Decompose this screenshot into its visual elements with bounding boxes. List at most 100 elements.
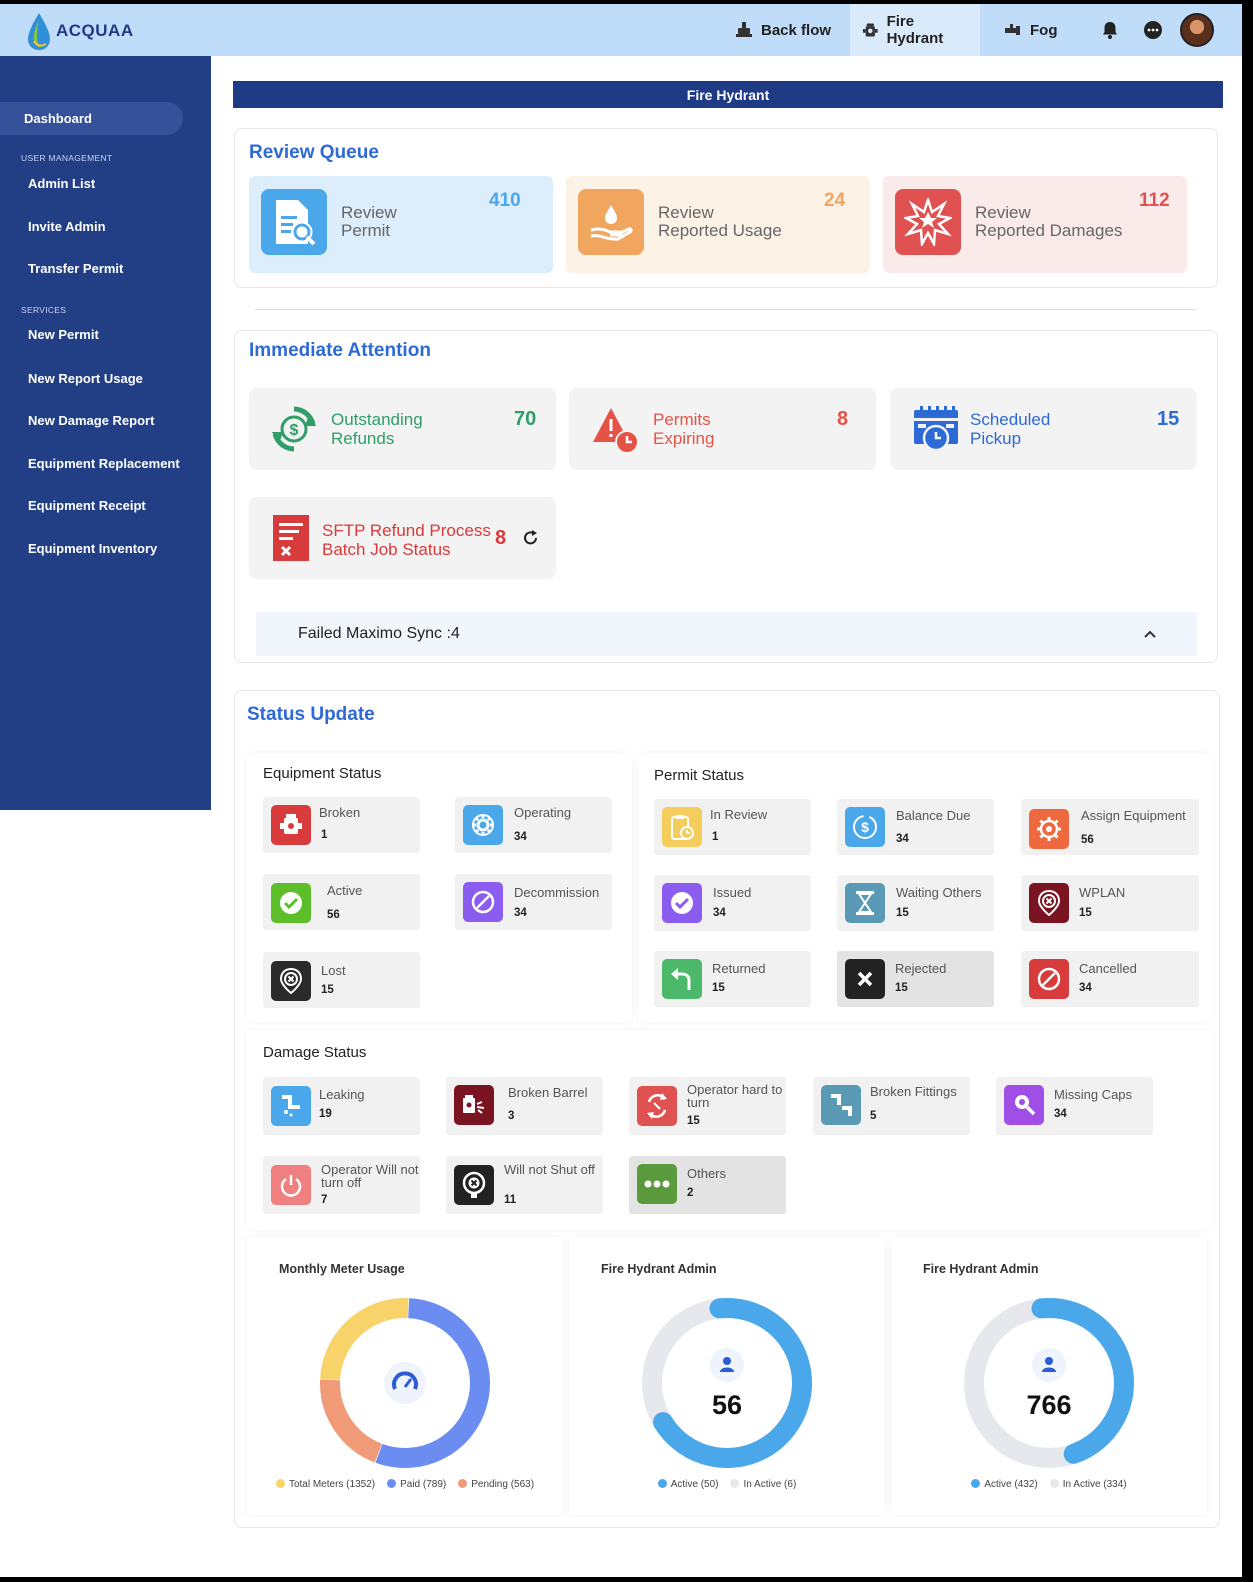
permit-wplan-card[interactable]: WPLAN 15 <box>1021 875 1199 931</box>
permit-issued-card[interactable]: Issued 34 <box>654 875 811 931</box>
equipment-decommission-card[interactable]: Decommission 34 <box>455 874 612 930</box>
equipment-broken-card[interactable]: Broken 1 <box>263 797 420 853</box>
chart-title: Fire Hydrant Admin <box>601 1262 717 1276</box>
review-reported-damages-card[interactable]: Review Reported Damages 112 <box>883 176 1187 273</box>
permit-waiting-others-label: Waiting Others <box>896 885 982 900</box>
permits-expiring-card[interactable]: Permits Expiring 8 <box>569 388 876 470</box>
sidebar-item-transfer-permit[interactable]: Transfer Permit <box>28 261 123 276</box>
hourglass-icon <box>845 883 885 923</box>
sidebar-item-new-report-usage[interactable]: New Report Usage <box>28 371 143 386</box>
review-reported-usage-label: Review Reported Usage <box>658 203 782 240</box>
outstanding-refunds-card[interactable]: $ Outstanding Refunds 70 <box>249 388 556 470</box>
return-arrow-icon <box>662 959 702 999</box>
sidebar-item-dashboard[interactable]: Dashboard <box>24 111 92 126</box>
damage-broken-fittings-card[interactable]: Broken Fittings 5 <box>813 1077 970 1135</box>
logo[interactable]: ACQUAA <box>26 11 134 51</box>
more-options-icon[interactable] <box>1143 20 1163 40</box>
chevron-up-icon[interactable] <box>1143 627 1157 641</box>
chart-legend: Active (50) In Active (6) <box>569 1479 885 1490</box>
fire-hydrant-admin-donut-2 <box>964 1298 1134 1468</box>
admin-total-count: 56 <box>711 1390 743 1420</box>
sidebar-item-equipment-receipt[interactable]: Equipment Receipt <box>28 498 146 513</box>
damage-broken-fittings-count: 5 <box>870 1110 877 1122</box>
permit-assign-equipment-label: Assign Equipment <box>1081 808 1186 823</box>
review-permit-card[interactable]: Review Permit 410 <box>249 176 553 273</box>
tab-fire-hydrant-label: Fire Hydrant <box>886 13 944 47</box>
permit-wplan-label: WPLAN <box>1079 885 1126 900</box>
sidebar-item-new-permit[interactable]: New Permit <box>28 327 99 342</box>
review-reported-usage-card[interactable]: Review Reported Usage 24 <box>566 176 870 273</box>
permit-rejected-card[interactable]: Rejected 15 <box>837 951 994 1007</box>
tab-back-flow[interactable]: Back flow <box>723 4 843 56</box>
sidebar-item-equipment-inventory[interactable]: Equipment Inventory <box>28 541 157 556</box>
review-permit-label: Review Permit <box>341 203 397 240</box>
damage-leaking-card[interactable]: Leaking 19 <box>263 1077 420 1135</box>
damage-operator-will-not-turn-off-card[interactable]: Operator Will not turn off 7 <box>263 1156 420 1214</box>
equipment-operating-label: Operating <box>514 805 572 820</box>
permit-cancelled-count: 34 <box>1079 982 1092 994</box>
top-header: ACQUAA Back flow Fire Hydrant Fog <box>0 4 1242 56</box>
monthly-meter-usage-donut <box>320 1298 490 1468</box>
equipment-lost-card[interactable]: Lost 15 <box>263 952 420 1008</box>
equipment-active-card[interactable]: Active 56 <box>263 874 420 930</box>
pipe-fitting-icon <box>821 1085 861 1125</box>
sftp-refund-count: 8 <box>495 527 507 549</box>
backflow-valve-icon <box>736 22 752 37</box>
valve-x-icon <box>454 1165 494 1205</box>
user-avatar[interactable] <box>1180 13 1214 47</box>
bell-icon[interactable] <box>1100 20 1120 40</box>
sidebar-item-new-damage-report[interactable]: New Damage Report <box>28 413 154 428</box>
sidebar-item-equipment-replacement[interactable]: Equipment Replacement <box>28 456 180 471</box>
damage-others-card[interactable]: Others 2 <box>629 1156 786 1214</box>
section-divider <box>255 309 1196 310</box>
chart-legend: Total Meters (1352) Paid (789) Pending (… <box>247 1479 563 1490</box>
sidebar-item-invite-admin[interactable]: Invite Admin <box>28 219 106 234</box>
broken-barrel-icon <box>454 1085 494 1125</box>
legend-item-inactive: In Active (6) <box>730 1479 796 1490</box>
refresh-icon[interactable] <box>522 529 540 547</box>
equipment-operating-card[interactable]: Operating 34 <box>455 797 612 853</box>
damage-others-label: Others <box>687 1166 727 1181</box>
page-title-banner: Fire Hydrant <box>233 81 1223 108</box>
tab-fog[interactable]: Fog <box>992 4 1070 56</box>
sidebar-item-admin-list[interactable]: Admin List <box>28 176 95 191</box>
damage-operator-will-not-turn-off-label: Operator Will not turn off <box>321 1162 419 1190</box>
check-circle-icon <box>271 883 311 923</box>
scheduled-pickup-count: 15 <box>1157 408 1180 430</box>
failed-maximo-sync-accordion[interactable]: Failed Maximo Sync :4 <box>256 612 1197 656</box>
permit-balance-due-card[interactable]: $ Balance Due 34 <box>837 799 994 855</box>
permit-assign-equipment-card[interactable]: Assign Equipment 56 <box>1021 799 1199 855</box>
failed-maximo-sync-text: Failed Maximo Sync :4 <box>298 625 460 642</box>
permit-in-review-card[interactable]: In Review 1 <box>654 799 811 855</box>
leaking-pipe-icon <box>271 1086 311 1126</box>
damage-operator-hard-label: Operator hard to turn <box>687 1082 783 1110</box>
damage-broken-fittings-label: Broken Fittings <box>870 1084 957 1099</box>
damage-missing-caps-card[interactable]: Missing Caps 34 <box>996 1077 1153 1135</box>
damage-operator-will-not-turn-off-count: 7 <box>321 1194 328 1206</box>
damage-broken-barrel-card[interactable]: Broken Barrel 3 <box>446 1077 603 1135</box>
damage-operator-hard-card[interactable]: Operator hard to turn 15 <box>629 1077 786 1135</box>
sftp-refund-card[interactable]: SFTP Refund Process Batch Job Status 8 <box>249 497 556 579</box>
permit-assign-equipment-count: 56 <box>1081 834 1094 846</box>
equipment-active-count: 56 <box>327 909 340 921</box>
damage-broken-barrel-label: Broken Barrel <box>508 1085 588 1100</box>
damage-status-title: Damage Status <box>263 1044 367 1061</box>
tab-fire-hydrant[interactable]: Fire Hydrant <box>850 4 980 56</box>
donut-slice-pending <box>320 1379 383 1463</box>
permit-returned-card[interactable]: Returned 15 <box>654 951 811 1007</box>
permit-wplan-count: 15 <box>1079 907 1092 919</box>
chart-title: Fire Hydrant Admin <box>923 1262 1039 1276</box>
permit-issued-label: Issued <box>713 885 752 900</box>
user-icon <box>723 1357 731 1365</box>
permit-balance-due-label: Balance Due <box>896 808 971 823</box>
review-reported-usage-count: 24 <box>824 190 846 211</box>
damage-leaking-label: Leaking <box>319 1087 365 1102</box>
damage-will-not-shut-off-label: Will not Shut off <box>504 1162 595 1177</box>
permit-cancelled-card[interactable]: Cancelled 34 <box>1021 951 1199 1007</box>
permit-waiting-others-card[interactable]: Waiting Others 15 <box>837 875 994 931</box>
frame-bottom <box>0 1577 1253 1582</box>
water-hand-icon <box>578 189 644 255</box>
damage-will-not-shut-off-card[interactable]: Will not Shut off 11 <box>446 1156 603 1214</box>
damage-operator-hard-count: 15 <box>687 1115 700 1127</box>
scheduled-pickup-card[interactable]: Scheduled Pickup 15 <box>890 388 1197 470</box>
